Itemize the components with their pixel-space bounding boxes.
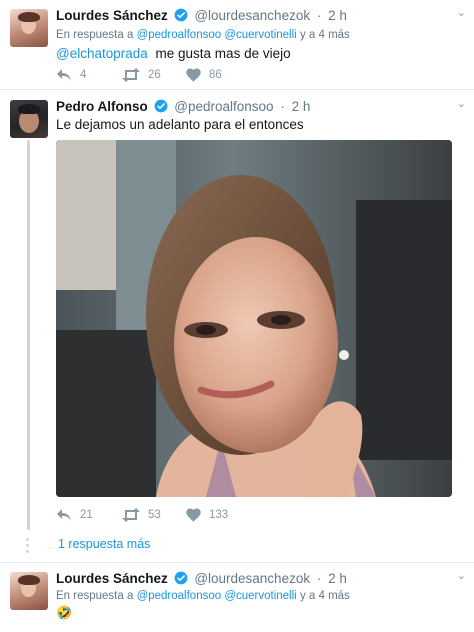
tweet-lourdes-1[interactable]: Lourdes Sánchez @lourdesanchezok · 2 h ⌄…	[0, 0, 474, 100]
retweet-button[interactable]: 26	[122, 68, 161, 82]
retweet-count: 26	[148, 69, 161, 81]
tweet-header: Pedro Alfonso @pedroalfonsoo · 2 h	[56, 99, 310, 116]
caret-down-icon[interactable]: ⌄	[457, 6, 466, 19]
tweet-header: Lourdes Sánchez @lourdesanchezok · 2 h	[56, 571, 347, 588]
avatar-lourdes[interactable]	[10, 9, 48, 47]
reply-icon	[57, 509, 71, 521]
verified-icon	[174, 571, 188, 588]
mention-link[interactable]: @elchatoprada	[56, 46, 148, 61]
retweet-count: 53	[148, 509, 161, 521]
like-count: 86	[209, 69, 222, 81]
like-button[interactable]: 86	[186, 68, 222, 82]
reply-count: 21	[80, 509, 93, 521]
reply-button[interactable]: 21	[56, 508, 93, 522]
user-handle[interactable]: @pedroalfonsoo	[174, 99, 273, 114]
like-count: 133	[209, 509, 229, 521]
separator-dot: ·	[316, 8, 322, 23]
more-replies-dots	[25, 538, 31, 553]
tweet-actions: 21 53 133	[56, 508, 316, 526]
reply-icon	[57, 69, 71, 81]
like-icon	[186, 68, 201, 82]
reply-context: En respuesta a @pedroalfonsoo @cuervotin…	[56, 29, 350, 41]
like-button[interactable]: 133	[186, 508, 228, 522]
caret-down-icon[interactable]: ⌄	[457, 97, 466, 110]
timestamp[interactable]: 2 h	[292, 99, 311, 114]
tweet-text: Le dejamos un adelanto para el entonces	[56, 117, 304, 132]
more-replies-link[interactable]: 1 respuesta más	[58, 537, 150, 551]
verified-icon	[154, 99, 168, 116]
display-name[interactable]: Lourdes Sánchez	[56, 571, 168, 586]
reply-suffix[interactable]: y a 4 más	[300, 29, 350, 41]
display-name[interactable]: Lourdes Sánchez	[56, 8, 168, 23]
tweet-photo[interactable]	[56, 140, 452, 497]
thread-line	[27, 140, 30, 530]
tweet-header: Lourdes Sánchez @lourdesanchezok · 2 h	[56, 8, 347, 25]
reply-context: En respuesta a @pedroalfonsoo @cuervotin…	[56, 590, 350, 602]
retweet-button[interactable]: 53	[122, 508, 161, 522]
reply-prefix: En respuesta a	[56, 29, 134, 41]
user-handle[interactable]: @lourdesanchezok	[194, 8, 310, 23]
tweet-actions: 4 26 86	[56, 68, 316, 86]
reply-users-link[interactable]: @pedroalfonsoo @cuervotinelli	[137, 29, 297, 41]
timestamp[interactable]: 2 h	[328, 571, 347, 586]
display-name[interactable]: Pedro Alfonso	[56, 99, 148, 114]
separator-dot: ·	[280, 99, 285, 114]
reply-prefix: En respuesta a	[56, 590, 134, 602]
reply-count: 4	[80, 69, 87, 81]
tweet-lourdes-2[interactable]: Lourdes Sánchez @lourdesanchezok · 2 h ⌄…	[0, 563, 474, 632]
retweet-icon	[122, 68, 140, 82]
reply-button[interactable]: 4	[56, 68, 86, 82]
separator-dot: ·	[316, 571, 322, 586]
tweet-emoji: 🤣	[56, 605, 73, 620]
verified-icon	[174, 8, 188, 25]
tweet-text: @elchatoprada me gusta mas de viejo	[56, 46, 291, 61]
user-handle[interactable]: @lourdesanchezok	[194, 571, 310, 586]
retweet-icon	[122, 508, 140, 522]
avatar-pedro[interactable]	[10, 100, 48, 138]
avatar-lourdes[interactable]	[10, 572, 48, 610]
reply-suffix[interactable]: y a 4 más	[300, 590, 350, 602]
tweet-text-content: me gusta mas de viejo	[155, 46, 291, 61]
like-icon	[186, 508, 201, 522]
timestamp[interactable]: 2 h	[328, 8, 347, 23]
caret-down-icon[interactable]: ⌄	[457, 569, 466, 582]
reply-users-link[interactable]: @pedroalfonsoo @cuervotinelli	[137, 590, 297, 602]
photo-illustration	[56, 140, 452, 497]
